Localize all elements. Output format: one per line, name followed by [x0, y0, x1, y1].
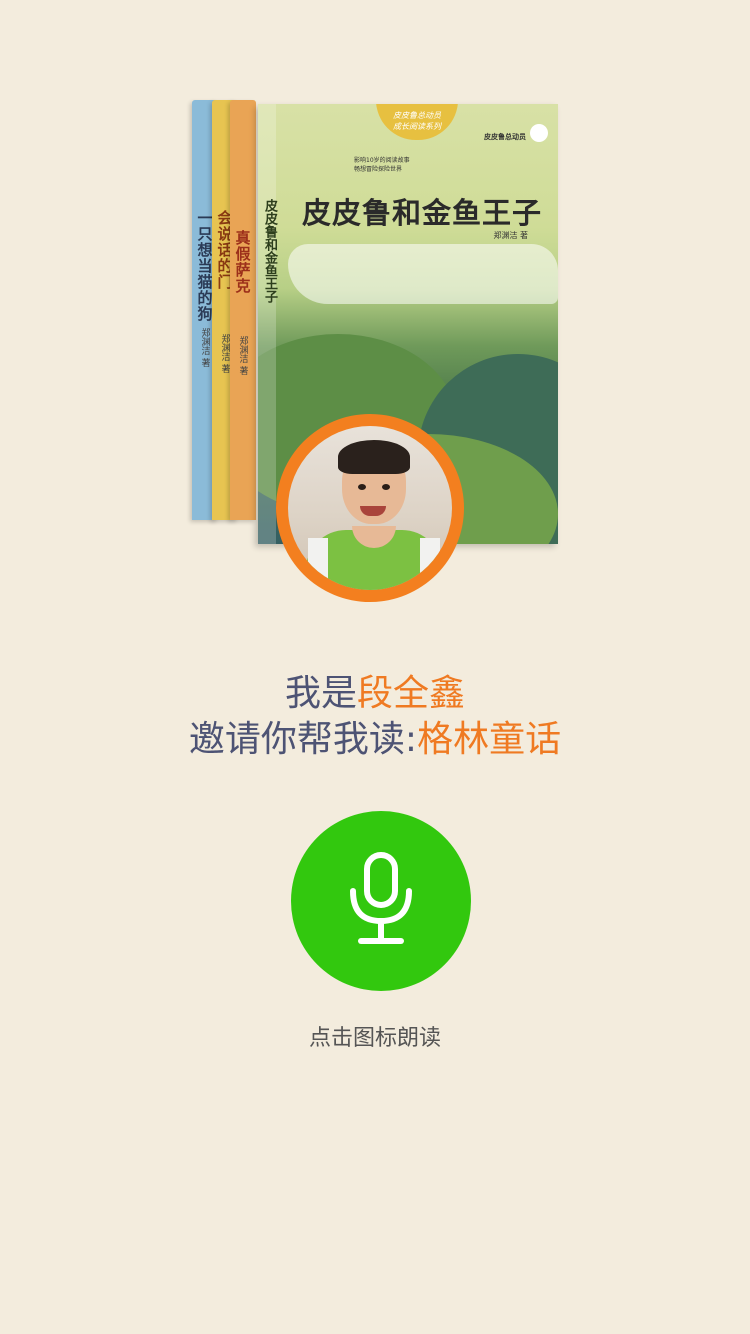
intro-prefix: 我是: [284, 673, 357, 714]
intro-line-invite: 邀请你帮我读:格林童话: [0, 710, 750, 762]
book-spine-author: 郑渊洁 著: [237, 336, 248, 375]
cover-author: 郑渊洁 著: [493, 231, 528, 240]
series-badge: 皮皮鲁总动员 成长阅读系列: [376, 104, 458, 140]
cover-blurb-line: 畅想冒险探险世界: [354, 166, 403, 173]
record-hint: 点击图标朗读: [308, 1026, 441, 1051]
record-button[interactable]: [291, 811, 471, 991]
user-name: 段全鑫: [357, 673, 466, 714]
avatar-eye: [358, 484, 366, 490]
microphone-icon: [350, 852, 412, 944]
avatar-eye: [382, 484, 390, 490]
cover-title: 皮皮鲁和金鱼王子: [302, 196, 543, 230]
intro-line-name: 我是段全鑫: [0, 664, 750, 716]
brand-logo-icon: [530, 124, 548, 142]
cover-blurb-line: 影响10岁的阅读故事: [354, 157, 410, 164]
invite-prefix: 邀请你帮我读:: [188, 719, 418, 760]
book-spine-author: 郑渊洁 著: [199, 328, 210, 367]
avatar: [276, 414, 464, 602]
book-title: 格林童话: [417, 719, 562, 760]
book-spine-title: 真假萨克: [233, 230, 252, 294]
cover-spine-title: 皮皮鲁和金鱼王子: [262, 199, 277, 303]
cover-spine: 皮皮鲁和金鱼王子: [258, 104, 277, 544]
avatar-shirt-stripe: [420, 538, 440, 590]
book-spine: 真假萨克 郑渊洁 著: [230, 100, 256, 520]
cover-blurb: 影响10岁的阅读故事 畅想冒险探险世界: [354, 156, 410, 174]
avatar-photo: [288, 426, 452, 590]
avatar-hair: [338, 440, 410, 474]
cover-cloud: [288, 244, 558, 304]
avatar-shirt-stripe: [308, 538, 328, 590]
series-badge-line: 皮皮鲁总动员: [393, 111, 441, 120]
cover-brand: 皮皮鲁总动员: [484, 133, 526, 141]
series-badge-line: 成长阅读系列: [393, 122, 441, 131]
